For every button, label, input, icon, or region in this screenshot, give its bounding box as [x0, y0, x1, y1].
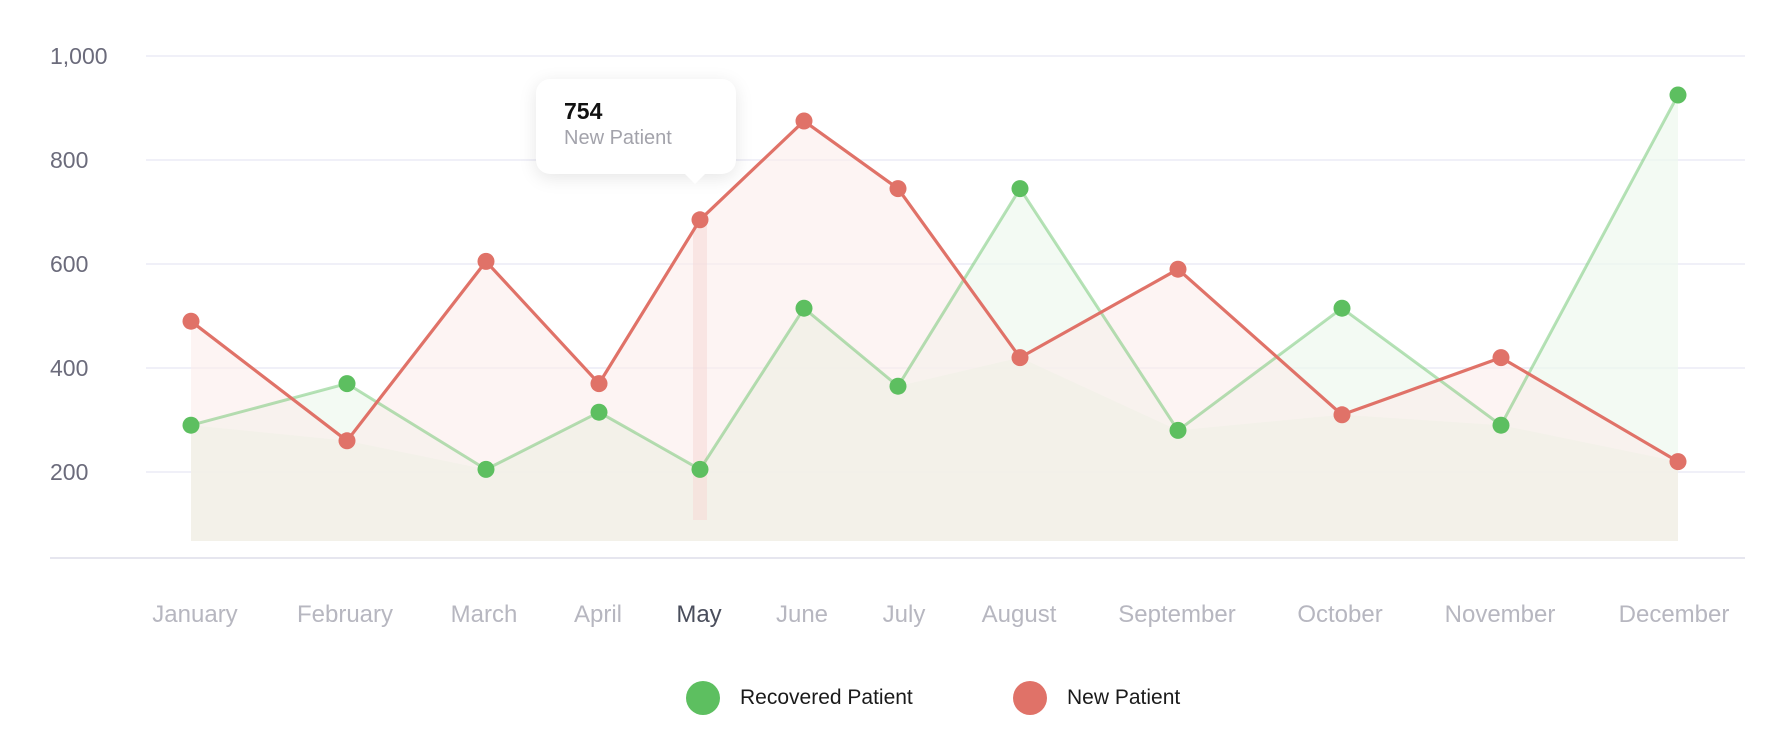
y-axis-tick-labels: 200 400 600 800 1,000 [50, 43, 108, 485]
point-recovered-march[interactable] [477, 460, 495, 478]
point-new-march[interactable] [477, 252, 495, 270]
x-tick-label-july: July [883, 601, 926, 628]
point-new-february[interactable] [338, 432, 356, 450]
point-new-october[interactable] [1333, 406, 1351, 424]
legend-label-new: New Patient [1067, 686, 1181, 709]
x-tick-label-november: November [1445, 601, 1556, 628]
point-new-july[interactable] [889, 180, 907, 198]
point-new-november[interactable] [1492, 349, 1510, 367]
legend-label-recovered: Recovered Patient [740, 686, 913, 709]
point-recovered-june[interactable] [795, 299, 813, 317]
point-new-december[interactable] [1669, 453, 1687, 471]
point-new-may[interactable] [691, 211, 709, 229]
x-tick-label-june: June [776, 601, 828, 628]
point-recovered-january[interactable] [182, 416, 200, 434]
point-recovered-september[interactable] [1169, 421, 1187, 439]
legend-dot-recovered [686, 681, 720, 715]
area-fills [191, 95, 1678, 541]
y-tick-label: 1,000 [50, 43, 108, 69]
x-tick-label-february: February [297, 601, 393, 628]
point-recovered-july[interactable] [889, 377, 907, 395]
x-tick-label-october: October [1297, 601, 1382, 628]
point-recovered-may[interactable] [691, 460, 709, 478]
point-recovered-december[interactable] [1669, 86, 1687, 104]
y-tick-label: 800 [50, 147, 88, 173]
tooltip-label: New Patient [564, 127, 672, 149]
point-recovered-april[interactable] [590, 403, 608, 421]
y-tick-label: 400 [50, 355, 88, 381]
point-recovered-november[interactable] [1492, 416, 1510, 434]
y-tick-label: 600 [50, 251, 88, 277]
x-tick-label-may: May [676, 601, 721, 628]
point-new-june[interactable] [795, 112, 813, 130]
point-recovered-february[interactable] [338, 375, 356, 393]
y-tick-label: 200 [50, 459, 88, 485]
tooltip-value: 754 [564, 98, 603, 124]
point-new-april[interactable] [590, 375, 608, 393]
x-tick-label-september: September [1118, 601, 1235, 628]
legend-item-new[interactable]: New Patient [1013, 678, 1180, 718]
x-axis-tick-labels: January February March April May June July Augu… [152, 601, 1729, 628]
point-new-january[interactable] [182, 312, 200, 330]
point-recovered-august[interactable] [1011, 180, 1029, 198]
x-tick-label-january: January [152, 601, 237, 628]
legend-dot-new [1013, 681, 1047, 715]
x-tick-label-august: August [982, 601, 1057, 628]
point-new-september[interactable] [1169, 260, 1187, 278]
legend-item-recovered[interactable]: Recovered Patient [686, 678, 913, 718]
point-recovered-october[interactable] [1333, 299, 1351, 317]
x-tick-label-march: March [451, 601, 518, 628]
point-new-august[interactable] [1011, 349, 1029, 367]
x-tick-label-april: April [574, 601, 622, 628]
x-tick-label-december: December [1619, 601, 1730, 628]
line-chart: 200 400 600 800 1,000 January February March Ap… [50, 43, 1745, 628]
tooltip: 754 New Patient [536, 79, 736, 184]
